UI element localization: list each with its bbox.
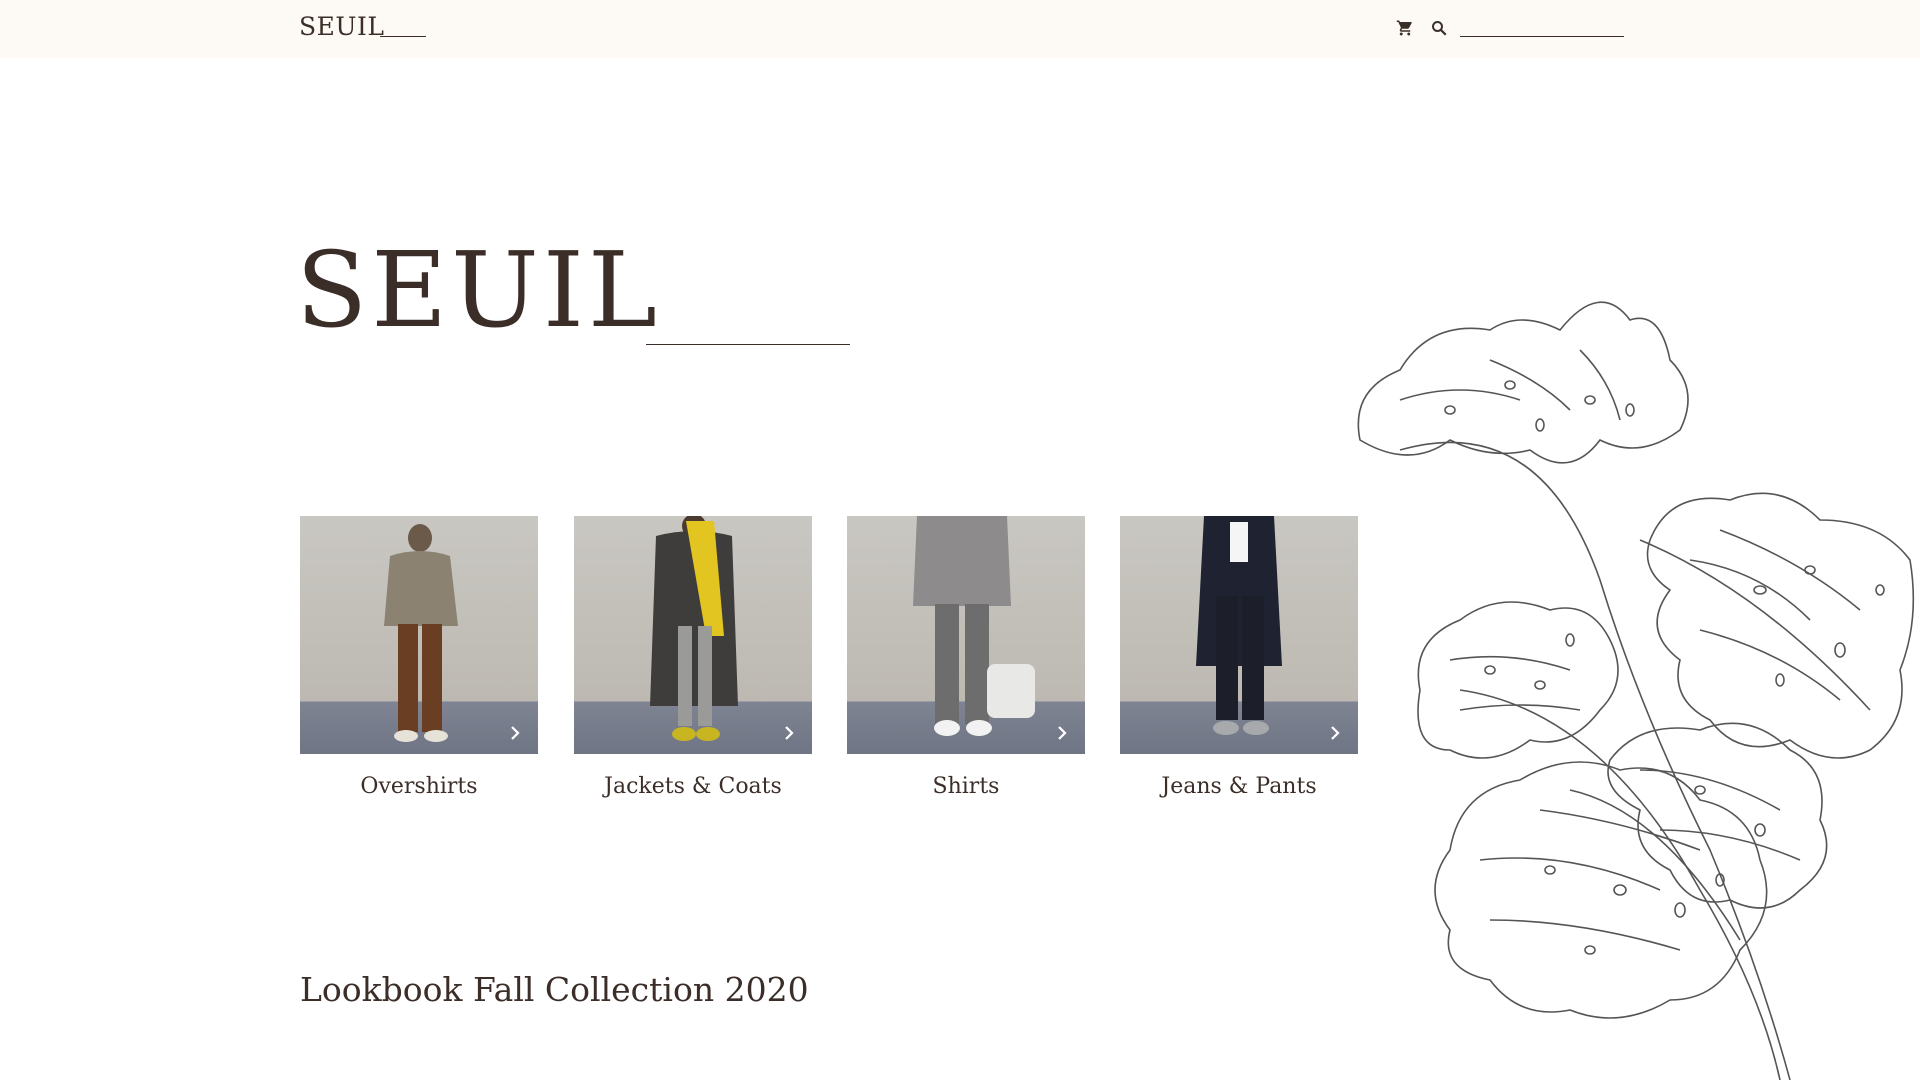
category-label[interactable]: Overshirts bbox=[300, 774, 538, 799]
category-photo[interactable] bbox=[1120, 516, 1358, 754]
monstera-leaf-illustration bbox=[1357, 301, 1915, 1080]
category-card-jackets-coats[interactable]: Jackets & Coats bbox=[574, 516, 812, 799]
category-card-overshirts[interactable]: Overshirts bbox=[300, 516, 538, 799]
category-photo[interactable] bbox=[300, 516, 538, 754]
hero-brand-title: SEUIL bbox=[296, 229, 661, 351]
model-photo-illustration bbox=[1196, 516, 1282, 735]
category-photo[interactable] bbox=[574, 516, 812, 754]
chevron-right-icon[interactable] bbox=[1053, 724, 1071, 742]
top-navigation-bar: SEUIL bbox=[0, 0, 1920, 58]
chevron-right-icon[interactable] bbox=[506, 724, 524, 742]
brand-underline bbox=[380, 36, 426, 37]
category-card-jeans-pants[interactable]: Jeans & Pants bbox=[1120, 516, 1358, 799]
brand-logo[interactable]: SEUIL bbox=[299, 12, 384, 41]
search-icon[interactable] bbox=[1430, 19, 1448, 37]
lookbook-heading: Lookbook Fall Collection 2020 bbox=[300, 970, 809, 1009]
model-photo-illustration bbox=[913, 516, 1035, 736]
chevron-right-icon[interactable] bbox=[780, 724, 798, 742]
category-photo[interactable] bbox=[847, 516, 1085, 754]
search-input[interactable] bbox=[1460, 16, 1624, 37]
category-label[interactable]: Jackets & Coats bbox=[574, 774, 812, 799]
cart-icon[interactable] bbox=[1396, 19, 1414, 37]
category-label[interactable]: Shirts bbox=[847, 774, 1085, 799]
model-photo-illustration bbox=[384, 524, 458, 742]
model-photo-illustration bbox=[650, 516, 738, 741]
hero-underline bbox=[646, 344, 850, 345]
category-label[interactable]: Jeans & Pants bbox=[1120, 774, 1358, 799]
category-card-shirts[interactable]: Shirts bbox=[847, 516, 1085, 799]
